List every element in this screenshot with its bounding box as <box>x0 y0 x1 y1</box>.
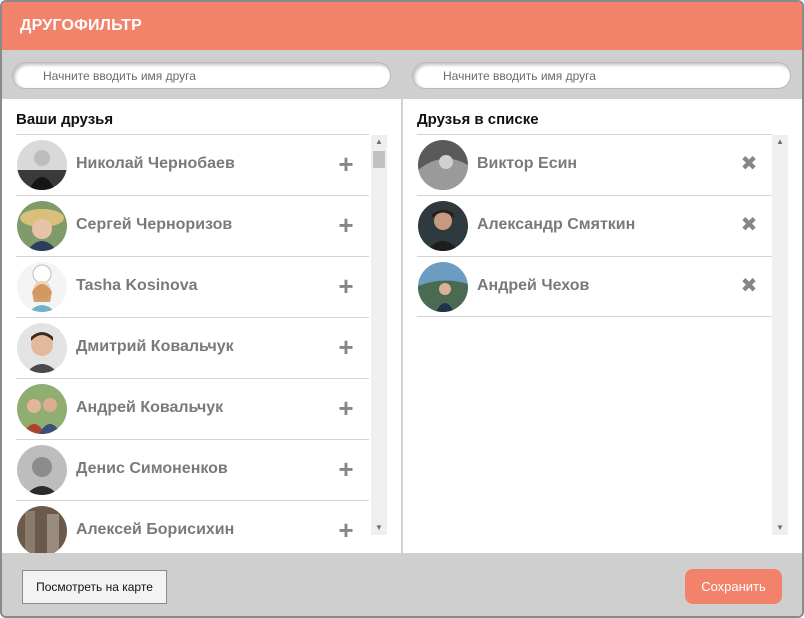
avatar <box>17 384 67 434</box>
list-item[interactable]: Дмитрий Ковальчук + <box>16 317 369 378</box>
list-item[interactable]: Андрей Чехов ✖ <box>417 256 772 317</box>
scroll-up-arrow-icon[interactable]: ▲ <box>371 135 387 149</box>
plus-icon[interactable]: + <box>335 456 357 482</box>
friend-name: Tasha Kosinova <box>76 277 198 294</box>
listed-friends-search-input[interactable] <box>412 62 791 89</box>
list-item[interactable]: Виктор Есин ✖ <box>417 134 772 195</box>
listed-friends-scrollbar[interactable]: ▲ ▼ <box>772 135 788 535</box>
avatar <box>17 445 67 495</box>
your-friends-scrollbar[interactable]: ▲ ▼ <box>371 135 387 535</box>
scroll-thumb[interactable] <box>373 151 385 168</box>
list-item[interactable]: Александр Смяткин ✖ <box>417 195 772 256</box>
list-item[interactable]: Tasha Kosinova + <box>16 256 369 317</box>
list-item[interactable]: Алексей Борисихин + <box>16 500 369 553</box>
avatar <box>17 140 67 190</box>
friend-name: Денис Симоненков <box>76 460 228 477</box>
your-friends-search-input[interactable] <box>12 62 391 89</box>
avatar <box>418 201 468 251</box>
your-friends-list: Николай Чернобаев + Сергей Черноризов + … <box>16 134 369 553</box>
list-item[interactable]: Андрей Ковальчук + <box>16 378 369 439</box>
avatar <box>17 262 67 312</box>
footer: Посмотреть на карте Сохранить <box>2 553 802 616</box>
avatar <box>418 140 468 190</box>
plus-icon[interactable]: + <box>335 395 357 421</box>
listed-friends-panel: Друзья в списке Виктор Есин ✖ Александр … <box>402 99 802 553</box>
scroll-up-arrow-icon[interactable]: ▲ <box>772 135 788 149</box>
avatar <box>17 506 67 553</box>
friend-name: Андрей Ковальчук <box>76 399 224 416</box>
friend-name: Дмитрий Ковальчук <box>76 338 234 355</box>
friend-name: Виктор Есин <box>477 155 578 172</box>
search-row <box>2 50 802 99</box>
scroll-down-arrow-icon[interactable]: ▼ <box>772 521 788 535</box>
save-button[interactable]: Сохранить <box>685 569 782 604</box>
friend-name: Андрей Чехов <box>477 277 590 294</box>
close-icon[interactable]: ✖ <box>738 214 760 236</box>
plus-icon[interactable]: + <box>335 517 357 543</box>
window-title: ДРУГОФИЛЬТР <box>2 2 802 50</box>
listed-friends-heading: Друзья в списке <box>417 111 539 128</box>
list-item[interactable]: Денис Симоненков + <box>16 439 369 500</box>
plus-icon[interactable]: + <box>335 151 357 177</box>
close-icon[interactable]: ✖ <box>738 275 760 297</box>
friend-filter-window: ДРУГОФИЛЬТР Ваши друзья Николай Чернобае… <box>0 0 804 618</box>
friend-name: Александр Смяткин <box>477 216 636 233</box>
plus-icon[interactable]: + <box>335 334 357 360</box>
avatar <box>17 323 67 373</box>
your-friends-heading: Ваши друзья <box>16 111 114 128</box>
plus-icon[interactable]: + <box>335 212 357 238</box>
friend-name: Николай Чернобаев <box>76 155 235 172</box>
plus-icon[interactable]: + <box>335 273 357 299</box>
avatar <box>17 201 67 251</box>
friend-name: Сергей Черноризов <box>76 216 233 233</box>
your-friends-panel: Ваши друзья Николай Чернобаев + Сергей Ч… <box>2 99 401 553</box>
listed-friends-list: Виктор Есин ✖ Александр Смяткин ✖ Андрей… <box>417 134 772 553</box>
list-item[interactable]: Николай Чернобаев + <box>16 134 369 195</box>
view-on-map-button[interactable]: Посмотреть на карте <box>22 570 167 604</box>
avatar <box>418 262 468 312</box>
list-item[interactable]: Сергей Черноризов + <box>16 195 369 256</box>
friend-name: Алексей Борисихин <box>76 521 235 538</box>
scroll-down-arrow-icon[interactable]: ▼ <box>371 521 387 535</box>
close-icon[interactable]: ✖ <box>738 153 760 175</box>
